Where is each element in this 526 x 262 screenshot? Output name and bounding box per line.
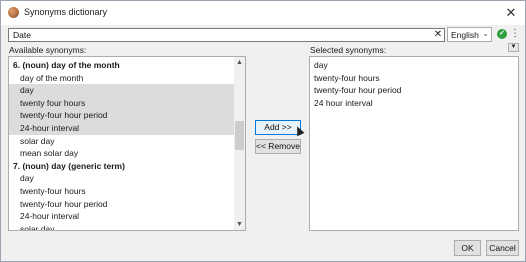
title-bar: Synonyms dictionary ✕ [1, 1, 525, 25]
app-icon [8, 7, 19, 18]
available-group-header[interactable]: 6. (noun) day of the month [9, 59, 236, 72]
window-title: Synonyms dictionary [24, 7, 108, 17]
selected-rows: day twenty-four hours twenty-four hour per… [310, 59, 518, 109]
available-list-item[interactable]: mean solar day [9, 147, 236, 160]
selected-list-item[interactable]: 24 hour interval [310, 97, 518, 110]
search-input[interactable]: Date [8, 28, 445, 42]
close-icon[interactable]: ✕ [499, 2, 523, 24]
available-list-item[interactable]: twenty-four hours [9, 185, 236, 198]
scroll-down-icon[interactable]: ▼ [234, 219, 245, 230]
collapse-dropdown-icon[interactable]: ▼ [508, 43, 519, 52]
available-synonyms-label: Available synonyms: [9, 45, 87, 55]
selected-list-item[interactable]: twenty-four hour period [310, 84, 518, 97]
remove-button[interactable]: << Remove [255, 139, 301, 154]
scroll-up-icon[interactable]: ▲ [234, 57, 245, 68]
language-select[interactable]: English ⌄ [447, 27, 492, 42]
available-synonyms-list[interactable]: 6. (noun) day of the month day of the mon… [8, 56, 246, 231]
available-list-item[interactable]: day of the month [9, 72, 236, 85]
cancel-button[interactable]: Cancel [486, 240, 519, 256]
language-value: English [451, 30, 479, 40]
available-rows: 6. (noun) day of the month day of the mon… [9, 59, 236, 230]
clear-search-icon[interactable]: ✕ [431, 28, 445, 42]
available-list-item[interactable]: solar day [9, 135, 236, 148]
available-group-header[interactable]: 7. (noun) day (generic term) [9, 160, 236, 173]
more-menu-icon[interactable]: ⋮ [510, 28, 520, 40]
selected-synonyms-list[interactable]: day twenty-four hours twenty-four hour per… [309, 56, 519, 231]
available-list-item[interactable]: twenty-four hour period [9, 109, 236, 122]
available-list-item[interactable]: twenty four hours [9, 96, 236, 110]
synonyms-dialog: Synonyms dictionary ✕ Date ✕ English ⌄ ✓… [0, 0, 526, 262]
selected-list-item[interactable]: day [310, 59, 518, 72]
chevron-down-icon: ⌄ [482, 29, 489, 38]
vertical-scrollbar[interactable]: ▲ ▼ [234, 57, 245, 230]
selected-synonyms-label: Selected synonyms: [310, 45, 387, 55]
available-list-item[interactable]: solar day [9, 223, 236, 230]
available-list-item[interactable]: 24-hour interval [9, 210, 236, 223]
available-list-item[interactable]: 24-hour interval [9, 121, 236, 135]
available-list-item[interactable]: day [9, 172, 236, 185]
check-circle-icon[interactable]: ✓ [497, 29, 507, 39]
ok-button[interactable]: OK [454, 240, 481, 256]
scroll-thumb[interactable] [235, 121, 244, 150]
available-list-item[interactable]: twenty-four hour period [9, 198, 236, 211]
available-list-item[interactable]: day [9, 84, 236, 97]
selected-list-item[interactable]: twenty-four hours [310, 72, 518, 85]
